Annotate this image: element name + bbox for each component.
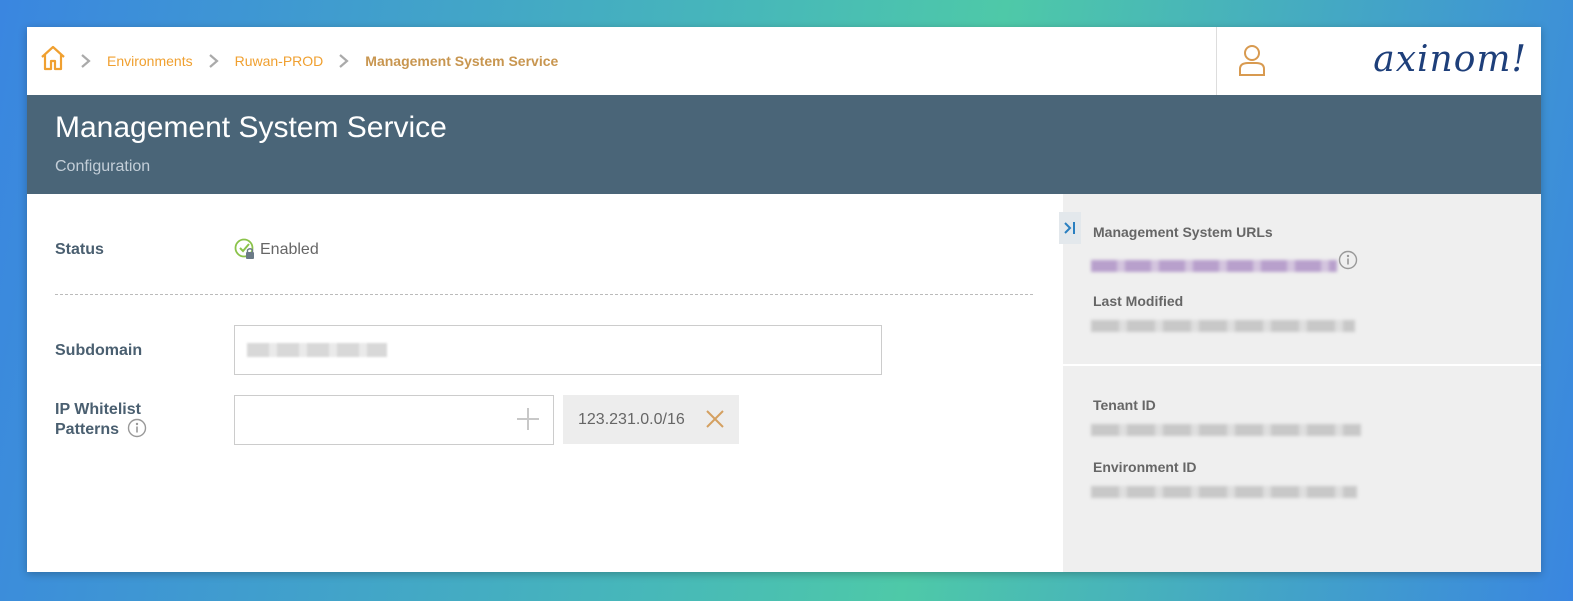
subdomain-label: Subdomain	[55, 342, 143, 359]
page-title: Management System Service	[55, 111, 447, 144]
subdomain-input[interactable]	[234, 325, 882, 375]
panel-divider	[1063, 364, 1541, 366]
breadcrumb: Environments Ruwan-PROD Management Syste…	[77, 27, 558, 95]
breadcrumb-current: Management System Service	[365, 53, 559, 69]
redacted-tenant-id	[1091, 424, 1361, 436]
close-icon[interactable]	[705, 409, 725, 429]
page-subtitle: Configuration	[55, 158, 151, 175]
ip-pattern-chip: 123.231.0.0/16	[563, 395, 739, 444]
breadcrumb-environments[interactable]: Environments	[107, 53, 193, 69]
section-divider	[55, 294, 1033, 295]
chevron-right-icon	[339, 54, 349, 68]
breadcrumb-environment[interactable]: Ruwan-PROD	[235, 53, 324, 69]
check-circle-lock-icon	[234, 238, 254, 259]
ip-pattern-value: 123.231.0.0/16	[578, 410, 685, 428]
ip-pattern-input[interactable]	[234, 395, 554, 445]
collapse-panel-button[interactable]	[1059, 212, 1081, 244]
redacted-value	[247, 343, 387, 357]
app-window: Environments Ruwan-PROD Management Syste…	[27, 27, 1541, 572]
info-icon[interactable]	[1338, 250, 1358, 270]
user-icon[interactable]	[1238, 43, 1266, 77]
collapse-panel-icon	[1064, 222, 1075, 234]
home-icon[interactable]	[39, 44, 67, 72]
redacted-date	[1091, 320, 1355, 332]
page-header: Management System Service Configuration	[27, 95, 1541, 194]
info-icon[interactable]	[127, 418, 147, 438]
redacted-environment-id	[1091, 486, 1357, 498]
top-bar: Environments Ruwan-PROD Management Syste…	[27, 27, 1541, 95]
last-modified-label: Last Modified	[1093, 293, 1184, 309]
chevron-right-icon	[81, 54, 91, 68]
redacted-url[interactable]	[1091, 260, 1337, 272]
chevron-right-icon	[208, 54, 219, 68]
brand-logo: axinom!	[1373, 39, 1527, 80]
details-panel: Management System URLs Last Modified Ten…	[1059, 194, 1541, 572]
main-form: Status Enabled Subdomain IP Whitelist Pa…	[27, 194, 1063, 572]
status-value: Enabled	[260, 241, 319, 258]
tenant-id-label: Tenant ID	[1093, 397, 1156, 413]
topbar-divider	[1216, 27, 1217, 95]
status-label: Status	[55, 241, 104, 258]
ip-whitelist-label: IP Whitelist Patterns	[55, 400, 147, 440]
urls-label: Management System URLs	[1093, 224, 1273, 240]
plus-icon[interactable]	[515, 406, 541, 432]
environment-id-label: Environment ID	[1093, 459, 1197, 475]
